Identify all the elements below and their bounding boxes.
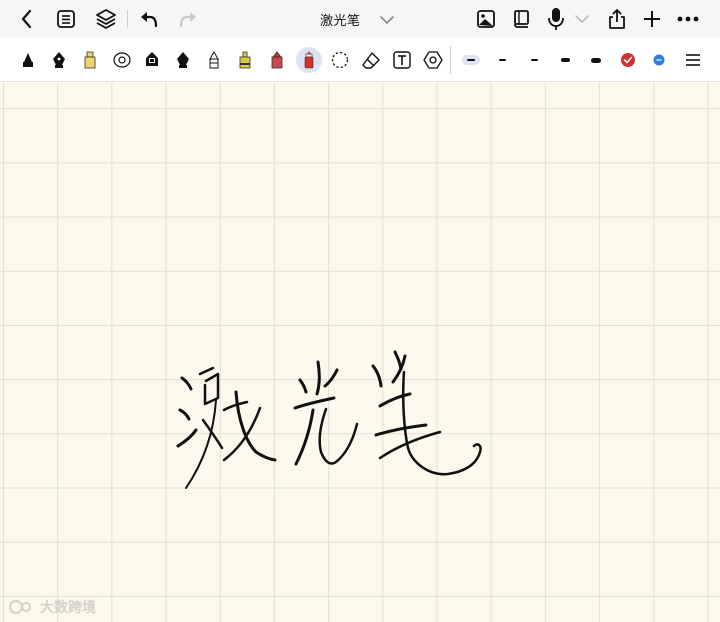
drawing-toolbar bbox=[0, 38, 720, 82]
stroke-width-thick[interactable] bbox=[551, 43, 579, 77]
laser-pointer-tool-icon[interactable] bbox=[296, 47, 322, 73]
insert-image-icon[interactable] bbox=[471, 0, 501, 38]
watermark-text: 大数跨境 bbox=[40, 600, 96, 616]
undo-icon[interactable] bbox=[134, 0, 164, 38]
handwritten-laser-ink bbox=[176, 350, 482, 489]
fountain-pen-tool-icon[interactable] bbox=[14, 43, 42, 77]
stroke-width-thinnest[interactable] bbox=[457, 43, 485, 77]
topbar-divider bbox=[127, 10, 128, 28]
pencil-tool-icon[interactable] bbox=[200, 43, 228, 77]
notebook-icon[interactable] bbox=[506, 0, 536, 38]
stroke-width-thickest[interactable] bbox=[582, 43, 610, 77]
stroke-width-medium[interactable] bbox=[520, 43, 548, 77]
stroke-width-thin[interactable] bbox=[488, 43, 516, 77]
calligraphy-pen-tool-icon[interactable] bbox=[138, 43, 166, 77]
stroke-width-thinnest-bar bbox=[467, 59, 475, 61]
chevron-down-icon bbox=[379, 10, 395, 29]
shape-tool-icon[interactable] bbox=[419, 43, 447, 77]
lasso-ring-tool-icon[interactable] bbox=[108, 43, 136, 77]
share-icon[interactable] bbox=[602, 0, 632, 38]
stroke-width-thickest-bar bbox=[591, 57, 601, 63]
highlighter-tool-icon[interactable] bbox=[76, 43, 104, 77]
page-list-icon[interactable] bbox=[51, 0, 81, 38]
grid-canvas[interactable]: 大数跨境 bbox=[0, 83, 720, 622]
watermark-logo-icon bbox=[9, 600, 31, 614]
back-icon[interactable] bbox=[12, 0, 42, 38]
layers-icon[interactable] bbox=[91, 0, 121, 38]
toolbar-divider bbox=[450, 46, 451, 74]
lasso-select-tool-icon[interactable] bbox=[326, 43, 354, 77]
more-options-icon[interactable] bbox=[673, 0, 703, 38]
toolbar-menu-icon[interactable] bbox=[679, 43, 707, 77]
brush-pen-tool-icon[interactable] bbox=[169, 43, 197, 77]
yellow-highlighter-tool-icon[interactable] bbox=[231, 43, 259, 77]
stroke-width-thin-bar bbox=[498, 59, 506, 61]
color-blue[interactable] bbox=[645, 43, 673, 77]
stroke-width-medium-bar bbox=[530, 58, 538, 62]
watermark: 大数跨境 bbox=[8, 597, 96, 617]
page-title: 激光笔 bbox=[320, 13, 361, 29]
text-tool-icon[interactable] bbox=[388, 43, 416, 77]
ink-pen-tool-icon[interactable] bbox=[45, 43, 73, 77]
microphone-chevron-down-icon[interactable] bbox=[567, 0, 597, 38]
stroke-width-thick-bar bbox=[560, 58, 570, 62]
redo-icon[interactable] bbox=[173, 0, 203, 38]
color-red-selected[interactable] bbox=[614, 43, 642, 77]
document-title-menu[interactable]: 激光笔 bbox=[320, 0, 395, 38]
add-icon[interactable] bbox=[637, 0, 667, 38]
eraser-tool-icon[interactable] bbox=[357, 43, 385, 77]
red-marker-tool-icon[interactable] bbox=[263, 43, 291, 77]
top-navigation-bar: 激光笔 bbox=[0, 0, 720, 38]
